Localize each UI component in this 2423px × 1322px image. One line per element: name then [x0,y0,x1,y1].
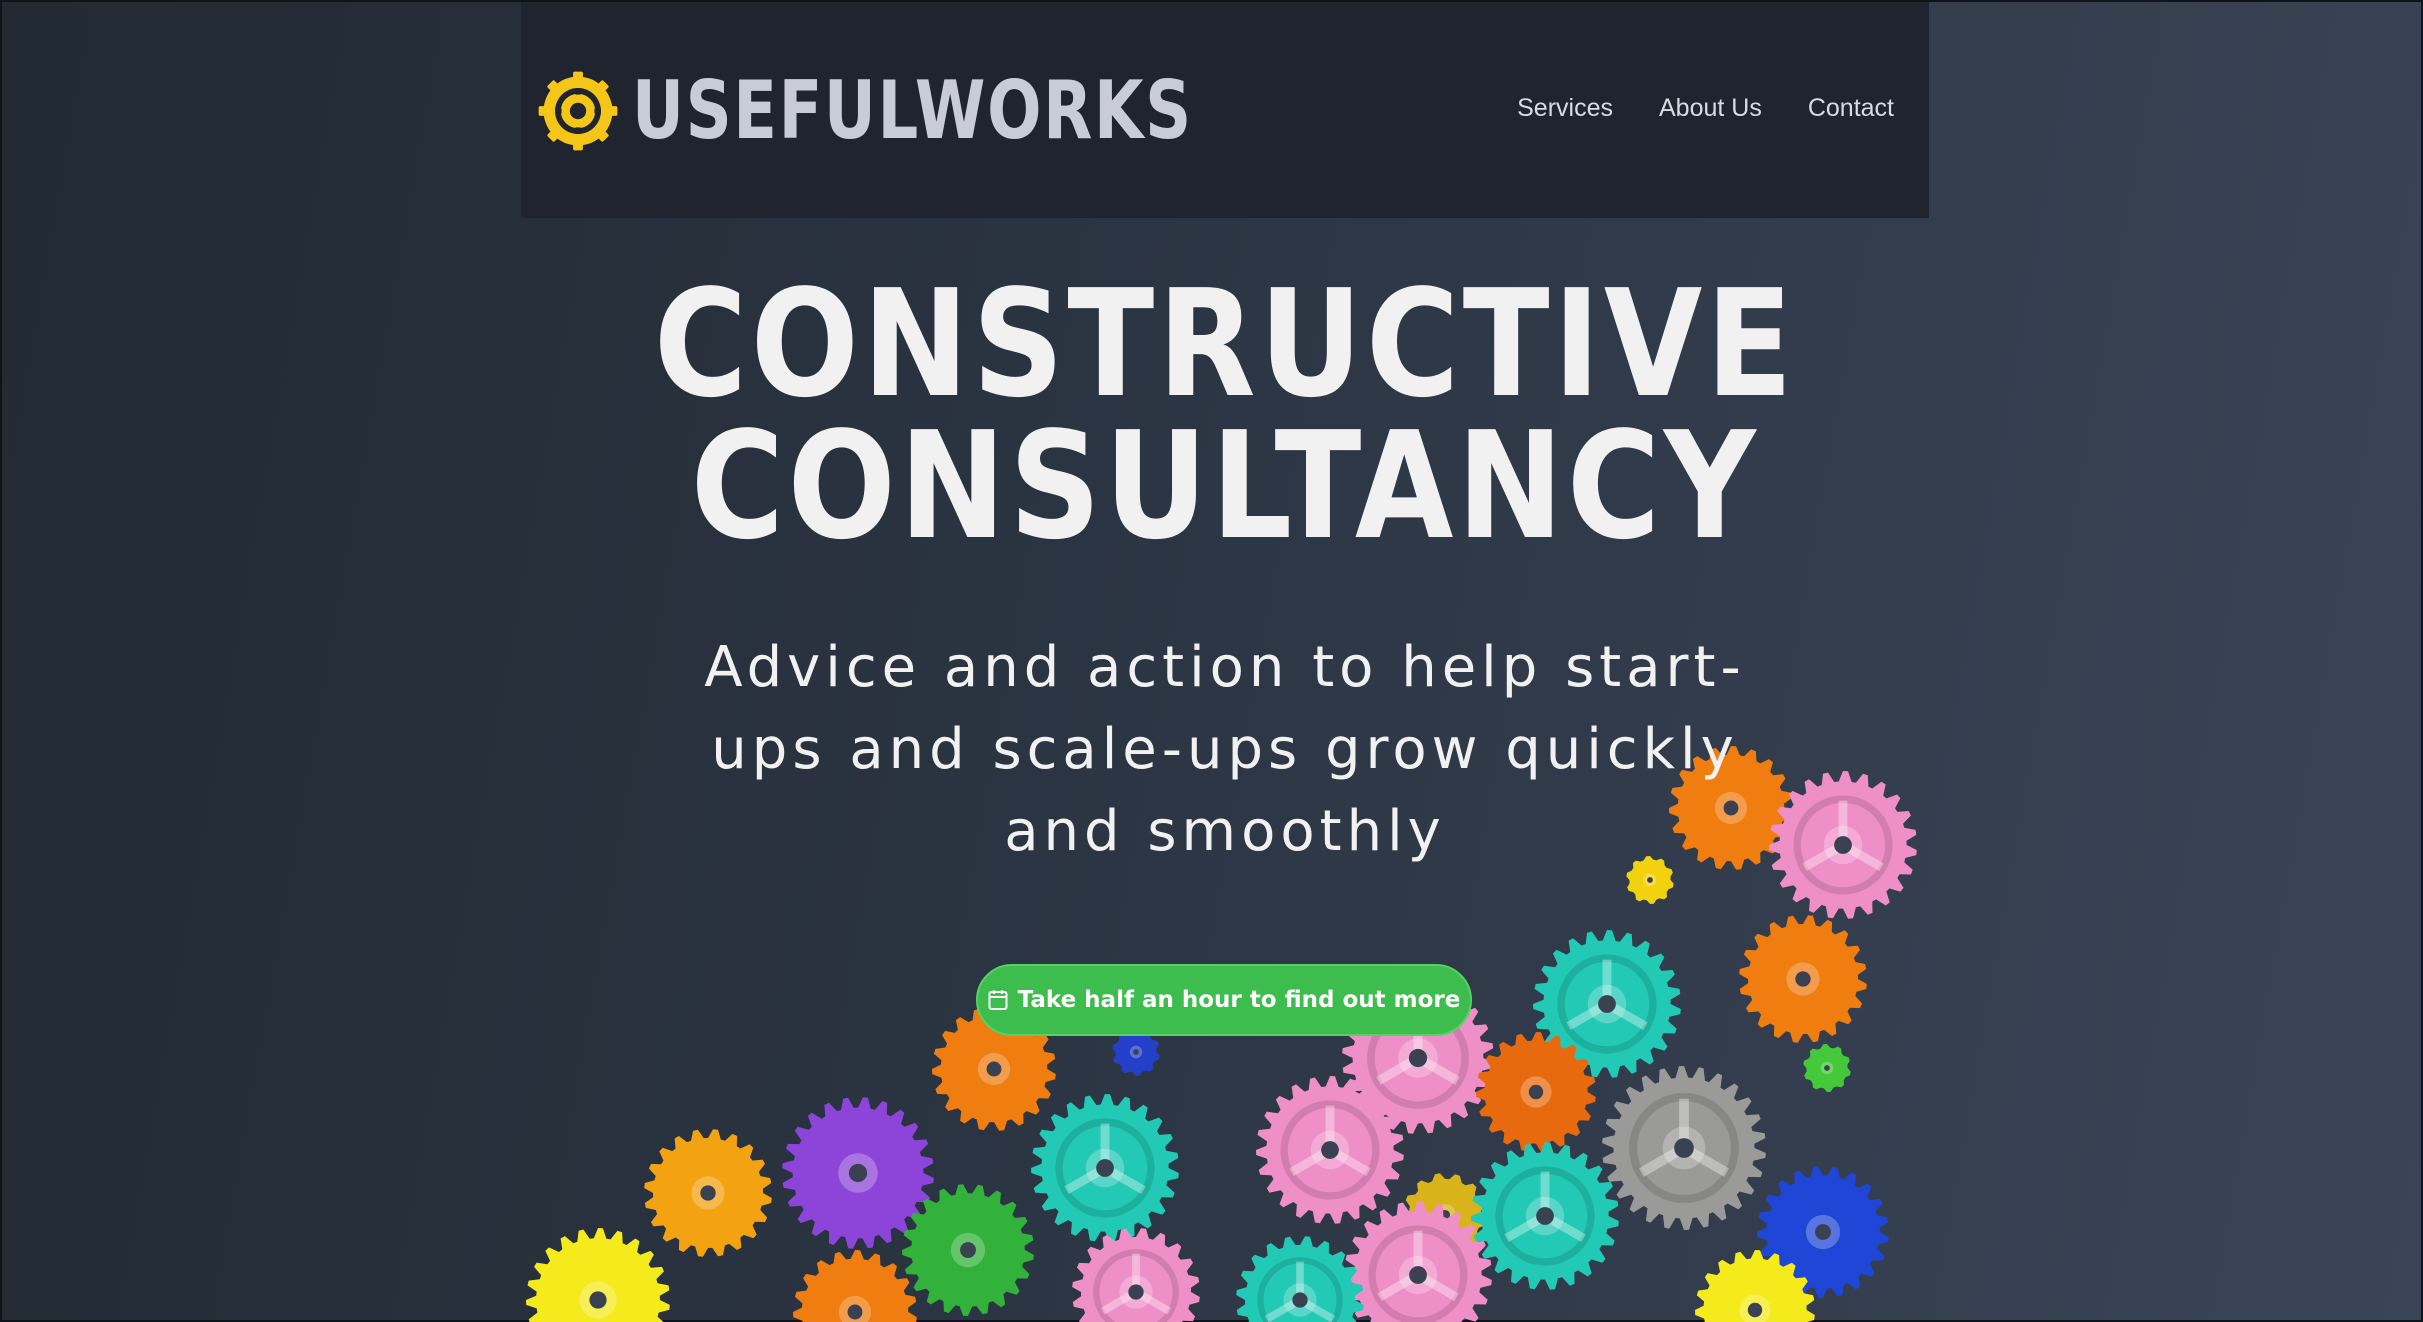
cta-button[interactable]: Take half an hour to find out more [976,964,1472,1036]
gear-shape [526,1228,670,1322]
nav-link-contact[interactable]: Contact [1808,94,1894,123]
calendar-icon [988,990,1008,1010]
gear-shape [1256,1076,1404,1224]
gear-shape [1739,915,1867,1043]
gear-shape [1695,1250,1815,1322]
gear-shape [1471,1142,1619,1290]
gear-shape [1403,1173,1487,1257]
gear-shape [1533,930,1681,1078]
nav-link-services[interactable]: Services [1517,94,1613,123]
site-header: USEFULWORKS Services About Us Contact [521,2,1929,218]
hero-subtitle: Advice and action to help start-ups and … [704,635,1746,864]
gear-shape [1236,1236,1364,1322]
gear-shape [1031,1094,1179,1242]
gear-shape [782,1097,934,1249]
gear-shape [644,1129,772,1257]
gear-shape [1072,1228,1200,1322]
gear-shape [1344,1201,1492,1322]
brand-name: USEFULWORKS [632,64,1193,157]
gear-logo-icon [538,71,618,151]
main-nav: Services About Us Contact [1517,94,1894,123]
hero-title: CONSTRUCTIVE CONSULTANCY [521,258,1929,572]
gear-shape [1769,771,1917,919]
gear-shape [1476,1032,1596,1152]
nav-link-about-us[interactable]: About Us [1659,94,1762,123]
gear-shape [1803,1044,1851,1092]
hero-title-line-1: CONSTRUCTIVE [653,258,1797,430]
gear-shape [793,1250,917,1322]
gear-shape [1602,1066,1766,1230]
gear-shape [902,1184,1034,1316]
logo-link[interactable]: USEFULWORKS [537,66,1333,156]
hero-title-line-2: CONSULTANCY [690,400,1760,572]
cta-label: Take half an hour to find out more [1017,987,1461,1013]
gear-shape [1757,1166,1889,1298]
